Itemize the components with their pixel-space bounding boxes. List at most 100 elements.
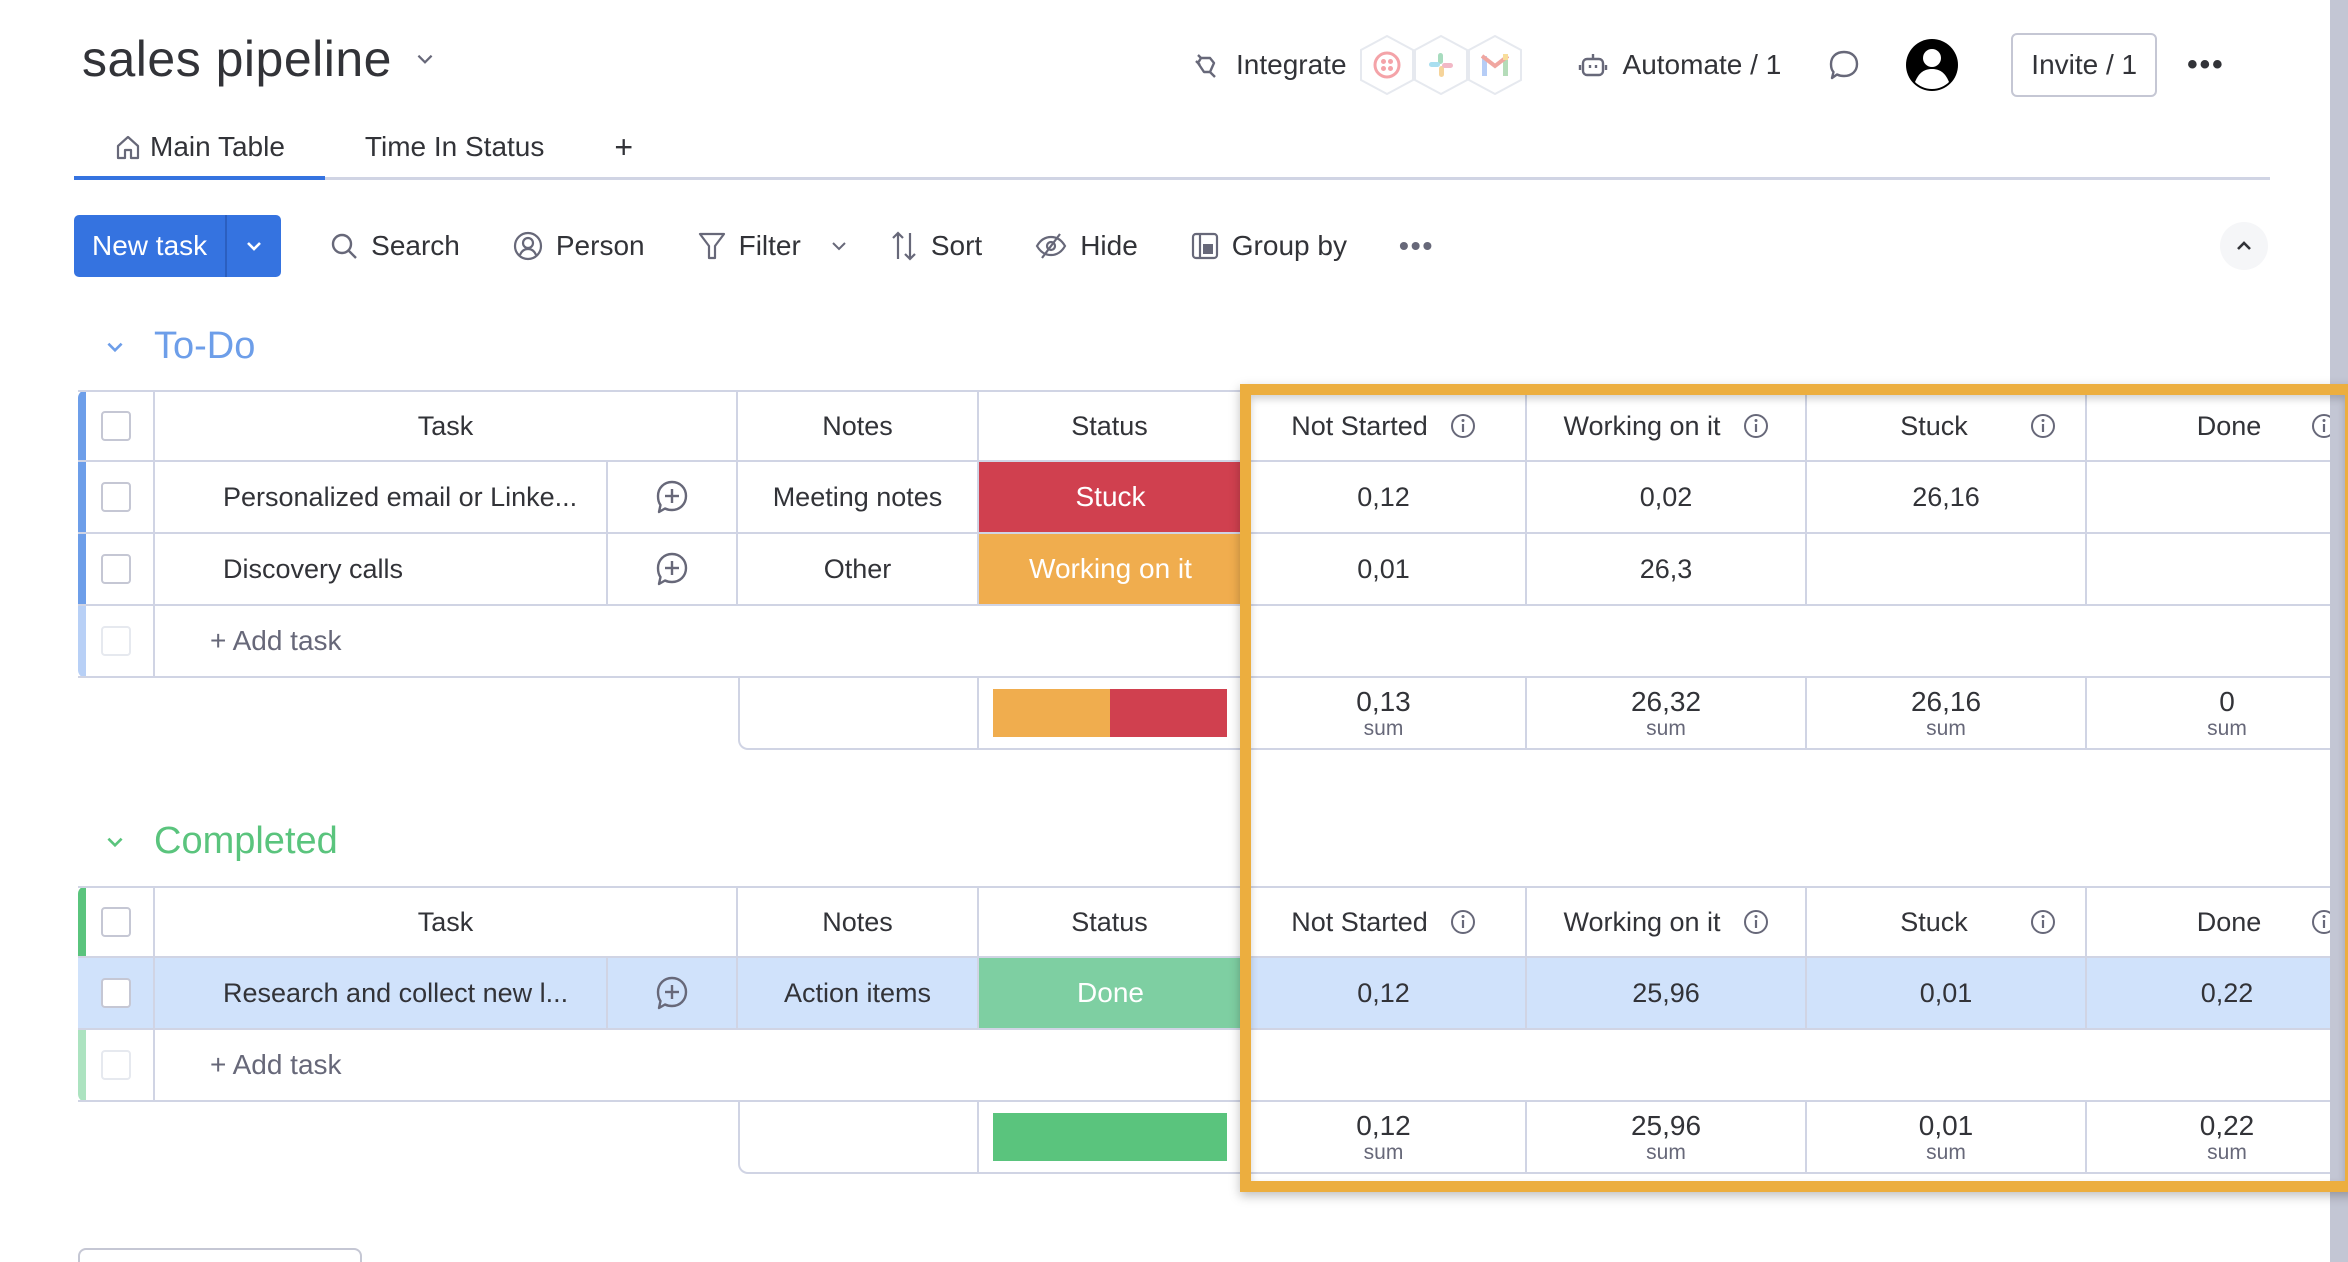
table-row[interactable]: Research and collect new l... Action ite… [78, 958, 2348, 1030]
info-icon[interactable] [1450, 413, 1476, 439]
column-header-done[interactable]: Done [2087, 390, 2348, 462]
collapse-header-button[interactable] [2220, 222, 2268, 270]
status-summary-cell[interactable] [979, 678, 1242, 750]
column-header-status[interactable]: Status [979, 886, 1242, 958]
add-update-button[interactable] [608, 534, 738, 606]
notes-cell[interactable]: Other [738, 534, 979, 606]
add-task-row: + Add task [78, 606, 2348, 678]
avatar[interactable] [1905, 38, 1959, 92]
column-header-label: Stuck [1900, 906, 1968, 937]
row-checkbox[interactable] [100, 554, 131, 584]
automate-button[interactable]: Automate / 1 [1577, 49, 1781, 81]
search-button[interactable]: Search [329, 230, 460, 262]
tab-main-table[interactable]: Main Table [74, 117, 325, 180]
add-update-button[interactable] [608, 462, 738, 534]
column-header-not-started[interactable]: Not Started [1242, 886, 1527, 958]
status-distribution-bar[interactable] [992, 1113, 1227, 1161]
add-comment-icon [656, 552, 688, 586]
status-cell-stuck[interactable]: Stuck [979, 462, 1242, 534]
add-update-button[interactable] [608, 958, 738, 1030]
notes-cell[interactable]: Action items [738, 958, 979, 1030]
row-checkbox[interactable] [100, 482, 131, 512]
board-toolbar: New task Search Person Filter Sort Hide … [74, 215, 1486, 277]
chat-bubble-icon [1830, 50, 1859, 80]
eye-off-icon [1035, 233, 1067, 259]
integration-icons[interactable] [1359, 34, 1522, 96]
chevron-up-icon [2237, 241, 2251, 250]
filter-button[interactable]: Filter [697, 230, 849, 262]
status-distribution-bar[interactable] [992, 689, 1227, 737]
task-name-cell[interactable]: Discovery calls [155, 534, 608, 606]
row-checkbox-cell [78, 958, 155, 1030]
column-header-task[interactable]: Task [155, 390, 738, 462]
chevron-down-icon[interactable] [829, 236, 849, 256]
invite-button[interactable]: Invite / 1 [2011, 33, 2158, 97]
view-tabs: Main Table Time In Status + [74, 120, 2270, 180]
select-all-checkbox[interactable] [100, 411, 131, 441]
done-cell: 0,22 [2087, 958, 2348, 1030]
select-all-checkbox[interactable] [100, 907, 131, 937]
person-filter-button[interactable]: Person [512, 230, 645, 262]
stuck-cell: 26,16 [1807, 462, 2087, 534]
chevron-down-icon[interactable] [104, 831, 126, 853]
status-cell-working[interactable]: Working on it [979, 534, 1242, 606]
status-summary-cell[interactable] [979, 1102, 1242, 1174]
vertical-scrollbar[interactable] [2330, 0, 2348, 1262]
add-group-button[interactable] [78, 1248, 362, 1262]
group-title[interactable]: To-Do [154, 325, 255, 368]
column-header-done[interactable]: Done [2087, 886, 2348, 958]
board-more-icon[interactable]: ••• [2187, 48, 2225, 82]
table-row[interactable]: Discovery calls Other Working on it 0,01… [78, 534, 2348, 606]
hide-button[interactable]: Hide [1034, 230, 1138, 262]
row-checkbox-cell [78, 606, 155, 678]
table-row[interactable]: Personalized email or Linke... Meeting n… [78, 462, 2348, 534]
column-header-working-on-it[interactable]: Working on it [1527, 886, 1807, 958]
column-header-not-started[interactable]: Not Started [1242, 390, 1527, 462]
column-header-stuck[interactable]: Stuck [1807, 390, 2087, 462]
new-task-dropdown[interactable] [227, 215, 281, 277]
row-checkbox[interactable] [100, 978, 131, 1008]
task-name-cell[interactable]: Research and collect new l... [155, 958, 608, 1030]
add-view-button[interactable]: + [584, 117, 663, 177]
group-by-button[interactable]: Group by [1190, 230, 1347, 262]
sort-button[interactable]: Sort [889, 229, 982, 263]
column-header-stuck[interactable]: Stuck [1807, 886, 2087, 958]
info-icon[interactable] [1743, 413, 1769, 439]
board-title[interactable]: sales pipeline [82, 30, 436, 88]
column-header-task[interactable]: Task [155, 886, 738, 958]
column-header-status[interactable]: Status [979, 390, 1242, 462]
new-task-button[interactable]: New task [74, 215, 228, 277]
info-icon[interactable] [1450, 909, 1476, 935]
header-actions: Integrate Automate / 1 Invite / 1 ••• [1190, 32, 2225, 98]
filter-label: Filter [738, 230, 801, 261]
task-name-cell[interactable]: Personalized email or Linke... [155, 462, 608, 534]
add-task-input[interactable]: + Add task [155, 1030, 2348, 1102]
column-header-label: Stuck [1900, 410, 1968, 441]
tab-time-in-status[interactable]: Time In Status [325, 117, 584, 177]
info-icon[interactable] [2030, 909, 2056, 935]
notes-cell[interactable]: Meeting notes [738, 462, 979, 534]
add-task-input[interactable]: + Add task [155, 606, 2348, 678]
chevron-down-icon[interactable] [414, 48, 436, 70]
status-bar-segment-stuck [1109, 689, 1227, 737]
integrate-button[interactable]: Integrate [1190, 49, 1347, 81]
status-cell-done[interactable]: Done [979, 958, 1242, 1030]
sum-label: sum [1363, 1140, 1404, 1164]
search-label: Search [371, 230, 460, 261]
sum-label: sum [1926, 1140, 1966, 1164]
plug-icon [1195, 54, 1216, 78]
updates-button[interactable] [1827, 48, 1861, 82]
group-header-todo[interactable]: To-Do [104, 325, 255, 368]
twilio-icon [1359, 34, 1415, 96]
group-header-completed[interactable]: Completed [104, 820, 338, 863]
toolbar-more-icon[interactable]: ••• [1399, 230, 1434, 262]
column-header-notes[interactable]: Notes [738, 390, 979, 462]
column-header-notes[interactable]: Notes [738, 886, 979, 958]
group-title[interactable]: Completed [154, 820, 338, 863]
info-icon[interactable] [2030, 413, 2056, 439]
info-icon[interactable] [1743, 909, 1769, 935]
invite-label: Invite / 1 [2031, 49, 2138, 80]
chevron-down-icon[interactable] [104, 336, 126, 358]
column-header-working-on-it[interactable]: Working on it [1527, 390, 1807, 462]
summary-empty-cell [738, 1102, 979, 1174]
